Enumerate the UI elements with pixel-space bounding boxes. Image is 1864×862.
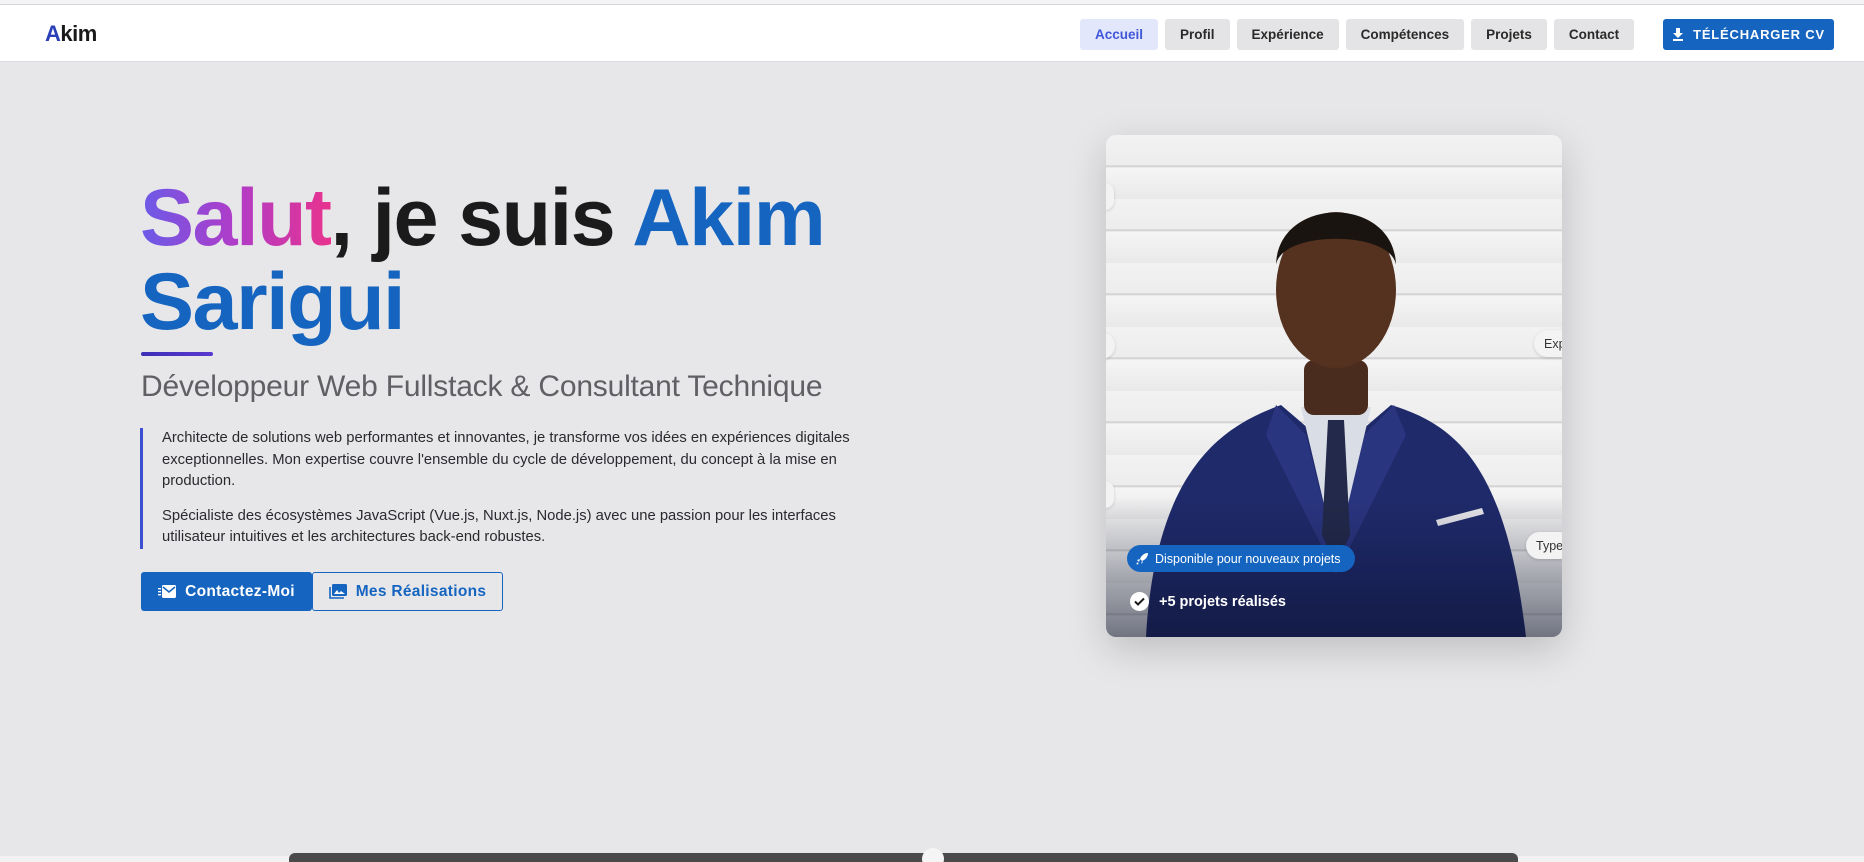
logo-initial: A xyxy=(45,21,61,46)
nav-experience[interactable]: Expérience xyxy=(1236,19,1339,50)
nav-links: Accueil Profil Expérience Compétences Pr… xyxy=(1080,19,1635,50)
hero-description: Architecte de solutions web performantes… xyxy=(140,428,900,549)
nav-contact[interactable]: Contact xyxy=(1553,19,1635,50)
description-paragraph: Spécialiste des écosystèmes JavaScript (… xyxy=(162,507,836,546)
check-circle-icon xyxy=(1130,592,1149,611)
nav-accueil[interactable]: Accueil xyxy=(1080,19,1159,50)
projects-button[interactable]: Mes Réalisations xyxy=(312,572,503,611)
tech-chip: Exp xyxy=(1534,330,1562,357)
availability-badge-label: Disponible pour nouveaux projets xyxy=(1155,551,1341,566)
description-paragraph: Architecte de solutions web performantes… xyxy=(162,430,850,489)
navbar: Akim Accueil Profil Expérience Compétenc… xyxy=(0,5,1864,62)
projects-button-label: Mes Réalisations xyxy=(355,582,487,600)
tech-chip: Type xyxy=(1526,532,1562,559)
availability-badge: Disponible pour nouveaux projets xyxy=(1127,545,1355,572)
contact-button-label: Contactez-Moi xyxy=(185,582,295,600)
cta-group: Contactez-Moi Mes Réalisations xyxy=(141,572,503,611)
hero-heading: Salut, je suis Akim Sarigui xyxy=(140,176,900,344)
nav-profil[interactable]: Profil xyxy=(1165,19,1230,50)
bottom-toolbar xyxy=(289,853,1518,862)
nav-projets[interactable]: Projets xyxy=(1471,19,1547,50)
hero-last-name: Sarigui xyxy=(140,257,406,347)
download-icon xyxy=(1673,28,1684,41)
nav-competences[interactable]: Compétences xyxy=(1345,19,1465,50)
download-cv-label: TÉLÉCHARGER CV xyxy=(1693,27,1825,42)
mail-icon xyxy=(158,585,177,598)
logo-rest: kim xyxy=(60,21,97,46)
rocket-icon xyxy=(1136,553,1148,565)
bottom-handle[interactable] xyxy=(922,848,944,862)
projects-count-label: +5 projets réalisés xyxy=(1159,593,1286,610)
heading-underline xyxy=(141,352,213,356)
projects-count: +5 projets réalisés xyxy=(1130,592,1286,611)
download-cv-button[interactable]: TÉLÉCHARGER CV xyxy=(1663,19,1834,50)
photo-library-icon xyxy=(328,584,347,599)
hero-subtitle: Développeur Web Fullstack & Consultant T… xyxy=(141,370,823,403)
logo[interactable]: Akim xyxy=(45,21,97,47)
hero-first-name: Akim xyxy=(632,173,826,263)
hero-greeting: Salut xyxy=(140,173,332,263)
hero-intro: , je suis xyxy=(330,173,633,263)
profile-photo-card: ify Exp Type Disponible pour nouveaux pr… xyxy=(1106,135,1562,637)
contact-button[interactable]: Contactez-Moi xyxy=(141,572,312,611)
